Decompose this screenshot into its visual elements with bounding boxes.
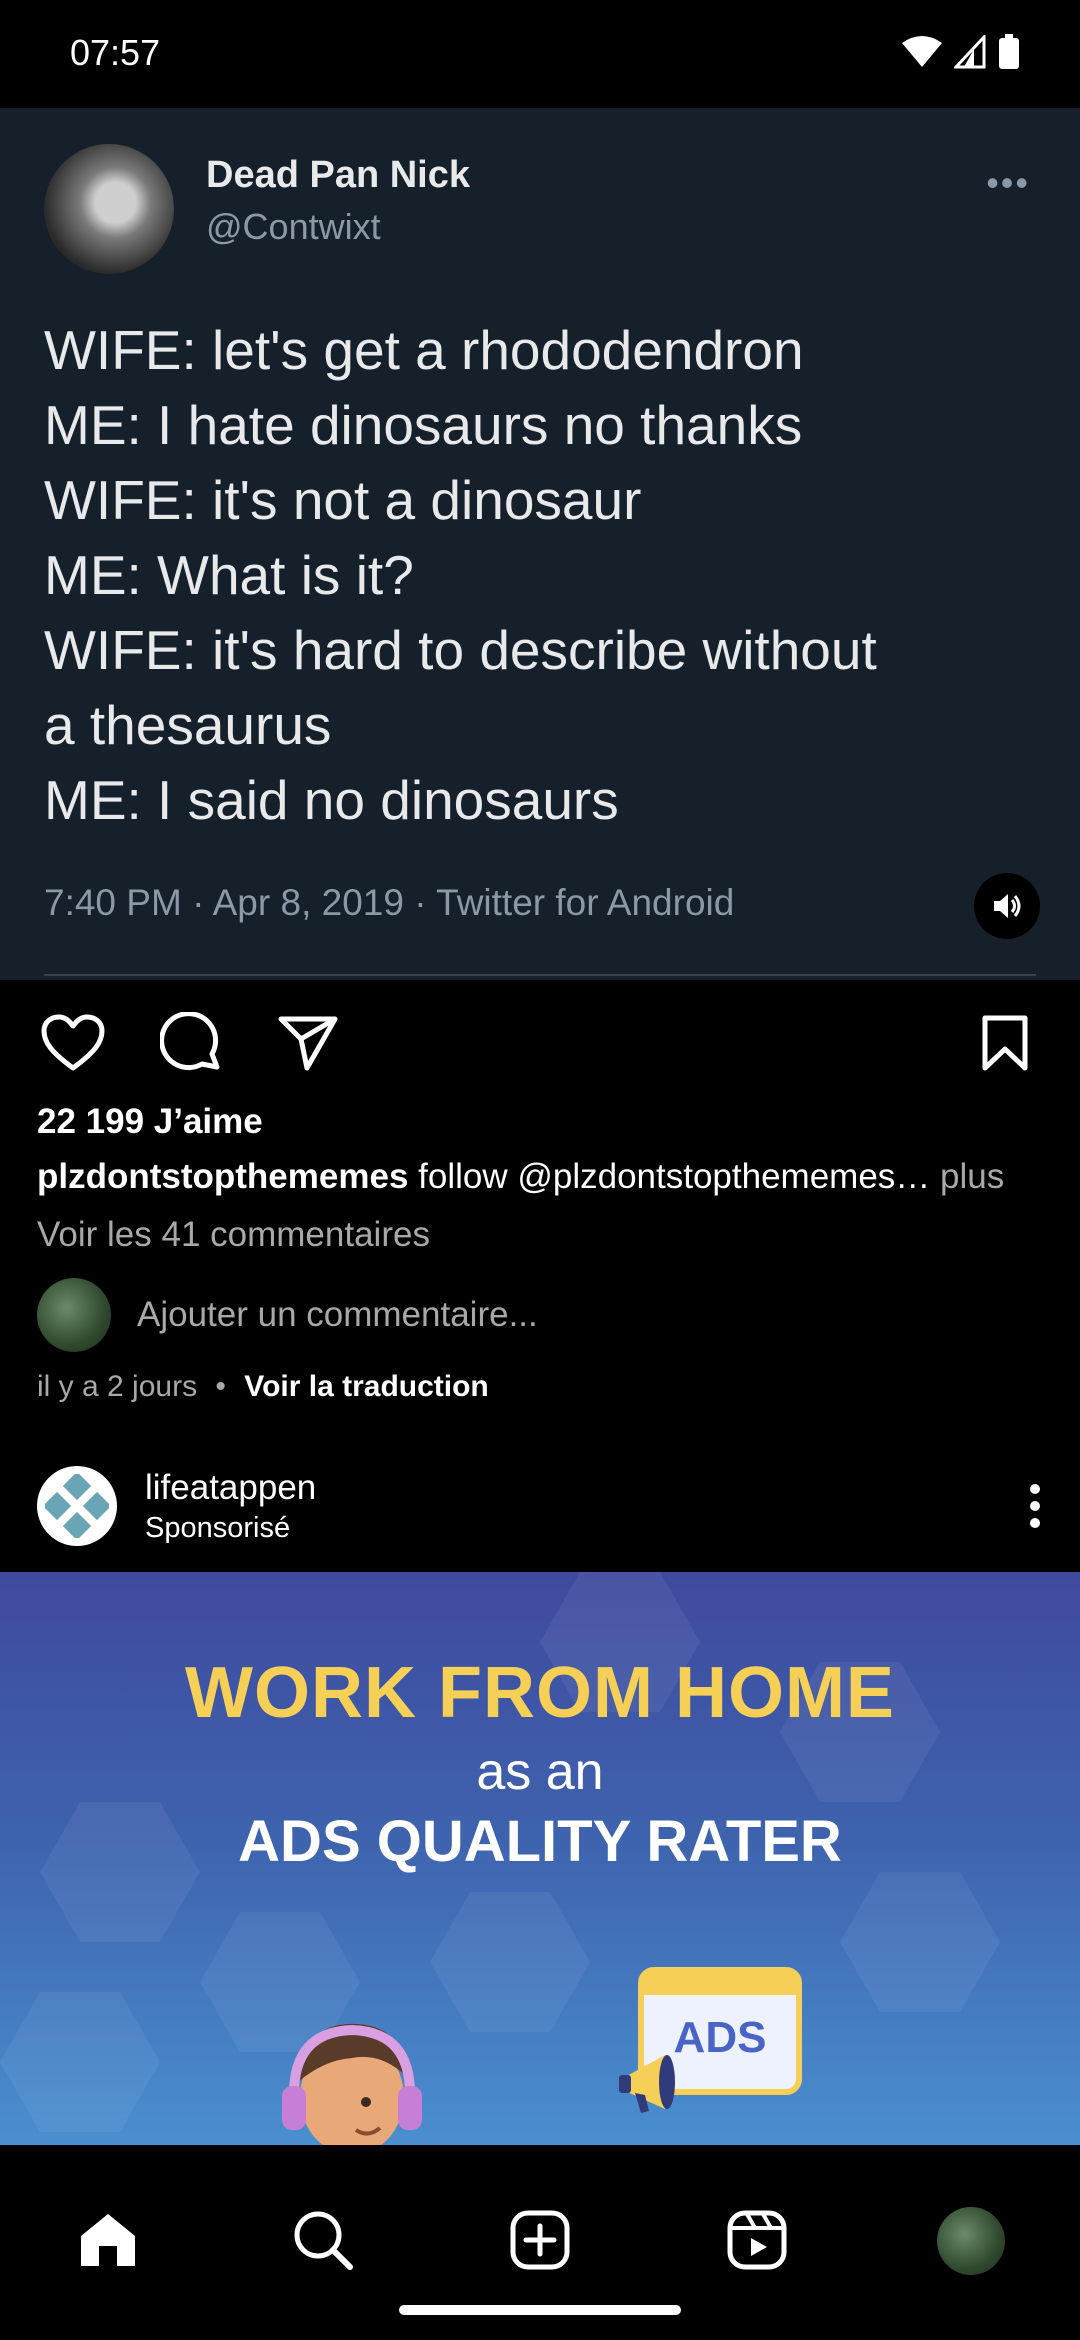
sponsored-label: Sponsorisé: [145, 1512, 291, 1544]
tweet-line: ME: I hate dinosaurs no thanks: [44, 394, 803, 456]
tweet-line: a thesaurus: [44, 694, 332, 756]
status-time: 07:57: [70, 32, 161, 73]
tweet-line: ME: What is it?: [44, 544, 414, 606]
ad-headline: WORK FROM HOME: [185, 1653, 895, 1733]
tweet-text: WIFE: let's get a rhododendron ME: I hat…: [44, 313, 1044, 838]
post-meta: il y a 2 jours • Voir la traduction: [37, 1370, 489, 1404]
nav-search-button[interactable]: [288, 2205, 358, 2275]
tweet-avatar: [44, 144, 174, 274]
sponsored-post-header: lifeatappen Sponsorisé: [0, 1462, 1080, 1572]
hex-decoration: [840, 1872, 1000, 2012]
view-comments-link[interactable]: Voir les 41 commentaires: [37, 1215, 430, 1255]
post-actions: [0, 1000, 1080, 1090]
sponsor-logo-icon: [45, 1474, 109, 1538]
translate-link[interactable]: Voir la traduction: [244, 1370, 488, 1403]
like-button[interactable]: [40, 1010, 106, 1076]
cellular-icon: [954, 35, 986, 69]
ad-image[interactable]: WORK FROM HOME as an ADS QUALITY RATER A…: [0, 1572, 1080, 2145]
nav-reels-button[interactable]: [722, 2205, 792, 2275]
status-icons: [902, 34, 1020, 70]
tweet-author-name: Dead Pan Nick: [206, 154, 470, 196]
reels-icon: [727, 2210, 787, 2270]
search-icon: [294, 2211, 353, 2270]
send-icon: [278, 1016, 338, 1071]
nav-home-button[interactable]: [73, 2205, 143, 2275]
home-indicator[interactable]: [399, 2305, 681, 2315]
megaphone-icon: [619, 2055, 675, 2113]
tweet-author-handle: @Contwixt: [206, 206, 381, 247]
status-bar: 07:57: [0, 0, 1080, 108]
wifi-icon: [902, 36, 942, 67]
more-options-button[interactable]: [1028, 1484, 1042, 1533]
heart-icon: [41, 1014, 105, 1071]
divider: [44, 974, 1036, 976]
nav-profile-avatar[interactable]: [937, 2207, 1005, 2275]
caption-username[interactable]: plzdontstopthememes: [37, 1157, 408, 1196]
tweet-line: ME: I said no dinosaurs: [44, 769, 619, 831]
add-post-icon: [510, 2210, 570, 2270]
ad-headline-secondary: ADS QUALITY RATER: [238, 1809, 842, 1874]
save-button[interactable]: [972, 1010, 1038, 1076]
tweet-line: WIFE: it's not a dinosaur: [44, 469, 642, 531]
comment-icon: [160, 1012, 220, 1071]
bookmark-icon: [982, 1015, 1028, 1071]
comment-button[interactable]: [158, 1010, 224, 1076]
sound-toggle-button[interactable]: [974, 873, 1040, 939]
hex-decoration: [430, 1892, 590, 2032]
tweet-meta: 7:40 PM · Apr 8, 2019 · Twitter for Andr…: [44, 882, 735, 923]
share-button[interactable]: [275, 1010, 341, 1076]
tweet-more-icon: •••: [986, 162, 1030, 203]
nav-create-button[interactable]: [505, 2205, 575, 2275]
tweet-line: WIFE: let's get a rhododendron: [44, 319, 804, 381]
add-comment-row[interactable]: Ajouter un commentaire...: [37, 1278, 538, 1352]
headset-person-illustration: [282, 2023, 422, 2145]
sponsor-username[interactable]: lifeatappen: [145, 1468, 316, 1508]
more-vertical-icon: [1030, 1484, 1040, 1528]
volume-icon: [994, 894, 1021, 918]
caption-text: follow @plzdontstopthememes…: [408, 1157, 941, 1196]
meta-separator: •: [215, 1370, 226, 1403]
tweet-screenshot: Dead Pan Nick @Contwixt ••• WIFE: let's …: [0, 108, 1080, 980]
post-time: il y a 2 jours: [37, 1370, 198, 1403]
home-icon: [81, 2214, 135, 2266]
hex-decoration: [0, 1992, 160, 2132]
likes-count[interactable]: 22 199 J’aime: [37, 1102, 263, 1142]
battery-icon: [999, 34, 1019, 69]
caption-more-link[interactable]: plus: [940, 1157, 1004, 1196]
tweet-line: WIFE: it's hard to describe without: [44, 619, 877, 681]
post-caption: plzdontstopthememes follow @plzdontstopt…: [37, 1157, 1057, 1197]
sponsor-avatar[interactable]: [37, 1466, 117, 1546]
ad-subheadline: as an: [476, 1743, 604, 1801]
browser-bar: [644, 1973, 796, 1995]
avatar: [37, 1278, 111, 1352]
add-comment-input[interactable]: Ajouter un commentaire...: [137, 1295, 538, 1335]
